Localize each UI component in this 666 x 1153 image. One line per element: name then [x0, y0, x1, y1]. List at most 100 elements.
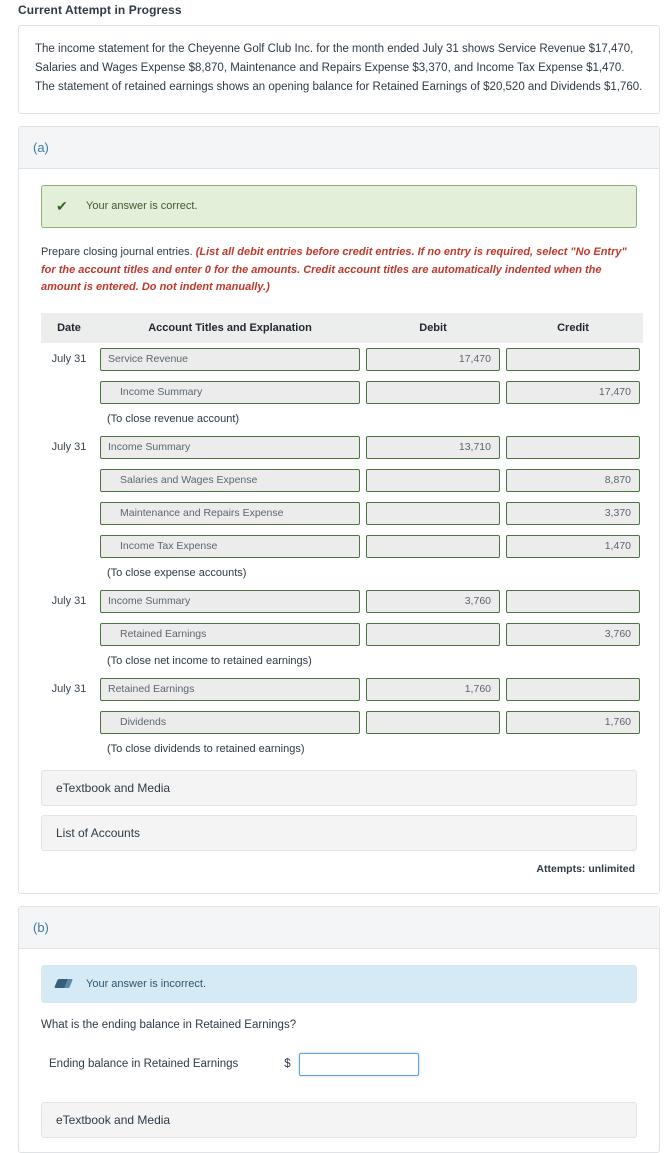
column-header-date: Date — [41, 312, 97, 343]
homework-page: Current Attempt in Progress The income s… — [0, 0, 666, 1153]
account-title-select[interactable]: Income Summary — [100, 589, 360, 613]
account-title-cell: Maintenance and Repairs Expense — [97, 497, 363, 530]
journal-header-row: Date Account Titles and Explanation Debi… — [41, 312, 643, 343]
part-a-label: (a) — [19, 126, 659, 169]
account-title-cell: Retained Earnings — [97, 618, 363, 651]
instruction-main: Prepare closing journal entries. — [41, 245, 193, 258]
debit-cell: 17,470 — [363, 343, 503, 376]
credit-input[interactable] — [506, 589, 640, 613]
debit-cell — [363, 497, 503, 530]
journal-date-cell — [41, 497, 97, 530]
journal-entry-row: Income Tax Expense 1,470 — [41, 530, 643, 563]
credit-cell — [503, 431, 643, 464]
journal-entry-row: Dividends 1,760 — [41, 706, 643, 739]
journal-date-cell — [41, 706, 97, 739]
journal-date-cell: July 31 — [51, 441, 87, 454]
journal-memo-row: (To close expense accounts) — [41, 563, 643, 585]
journal-memo-text: (To close expense accounts) — [107, 566, 247, 579]
ending-balance-input[interactable] — [298, 1052, 419, 1076]
debit-input[interactable]: 3,760 — [366, 589, 500, 613]
debit-input[interactable] — [366, 622, 500, 646]
debit-cell — [363, 530, 503, 563]
account-title-select[interactable]: Service Revenue — [100, 347, 360, 371]
debit-cell: 1,760 — [363, 673, 503, 706]
debit-input[interactable]: 17,470 — [366, 347, 500, 371]
journal-memo-row: (To close net income to retained earning… — [41, 651, 643, 673]
account-title-select[interactable]: Retained Earnings — [100, 622, 360, 646]
credit-cell: 1,470 — [503, 530, 643, 563]
journal-entry-row: July 31 Service Revenue 17,470 — [41, 343, 643, 376]
debit-input[interactable] — [366, 380, 500, 404]
debit-input[interactable]: 1,760 — [366, 677, 500, 701]
journal-memo-text: (To close revenue account) — [107, 412, 240, 425]
etextbook-and-media-button-b[interactable]: eTextbook and Media — [41, 1101, 637, 1138]
journal-table-body: July 31 Service Revenue 17,470 Income Summa… — [41, 343, 643, 761]
journal-date-cell: July 31 — [51, 595, 87, 608]
part-b-card: (b) Your answer is incorrect. What is th… — [18, 905, 660, 1153]
debit-cell — [363, 464, 503, 497]
journal-memo-text: (To close dividends to retained earnings… — [107, 742, 305, 755]
account-title-cell: Income Summary — [97, 585, 363, 618]
attempt-status-heading: Current Attempt in Progress — [18, 3, 182, 17]
answer-correct-banner: ✔ Your answer is correct. — [41, 184, 637, 228]
part-a-body: ✔ Your answer is correct. Prepare closin… — [19, 169, 659, 893]
journal-date-cell: July 31 — [51, 353, 87, 366]
account-title-cell: Service Revenue — [97, 343, 363, 376]
credit-input[interactable]: 3,760 — [506, 622, 640, 646]
part-a-card: (a) ✔ Your answer is correct. Prepare cl… — [18, 125, 660, 894]
problem-statement-card: The income statement for the Cheyenne Go… — [18, 25, 660, 114]
account-title-select[interactable]: Income Tax Expense — [100, 534, 360, 558]
debit-cell — [363, 618, 503, 651]
answer-incorrect-text: Your answer is incorrect. — [86, 977, 207, 990]
credit-cell: 3,370 — [503, 497, 643, 530]
journal-entry-row: Income Summary 17,470 — [41, 376, 643, 409]
debit-cell — [363, 706, 503, 739]
credit-input[interactable]: 17,470 — [506, 380, 640, 404]
journal-date-cell: July 31 — [51, 683, 87, 696]
credit-input[interactable]: 8,870 — [506, 468, 640, 492]
credit-input[interactable]: 1,760 — [506, 710, 640, 734]
debit-input[interactable]: 13,710 — [366, 435, 500, 459]
journal-date-cell — [41, 464, 97, 497]
ending-balance-answer-row: Ending balance in Retained Earnings $ — [41, 1052, 637, 1076]
debit-cell: 3,760 — [363, 585, 503, 618]
memo-spacer-cell — [41, 409, 97, 431]
account-title-cell: Salaries and Wages Expense — [97, 464, 363, 497]
journal-memo-row: (To close revenue account) — [41, 409, 643, 431]
credit-cell — [503, 343, 643, 376]
currency-symbol: $ — [284, 1058, 291, 1071]
credit-input[interactable] — [506, 347, 640, 371]
part-b-label: (b) — [19, 906, 659, 949]
account-title-cell: Income Summary — [97, 376, 363, 409]
debit-input[interactable] — [366, 501, 500, 525]
list-of-accounts-button[interactable]: List of Accounts — [41, 814, 637, 851]
debit-input[interactable] — [366, 534, 500, 558]
account-title-select[interactable]: Maintenance and Repairs Expense — [100, 501, 360, 525]
account-title-select[interactable]: Retained Earnings — [100, 677, 360, 701]
etextbook-and-media-button[interactable]: eTextbook and Media — [41, 769, 637, 806]
credit-input[interactable]: 1,470 — [506, 534, 640, 558]
credit-input[interactable] — [506, 677, 640, 701]
check-icon: ✔ — [56, 197, 68, 214]
ending-balance-label: Ending balance in Retained Earnings — [49, 1058, 239, 1071]
answer-correct-text: Your answer is correct. — [86, 200, 198, 213]
memo-spacer-cell — [41, 651, 97, 673]
credit-input[interactable]: 3,370 — [506, 501, 640, 525]
journal-entry-table: Date Account Titles and Explanation Debi… — [41, 312, 643, 761]
account-title-select[interactable]: Salaries and Wages Expense — [100, 468, 360, 492]
credit-input[interactable] — [506, 435, 640, 459]
account-title-select[interactable]: Income Summary — [100, 435, 360, 459]
journal-entry-row: July 31 Income Summary 3,760 — [41, 585, 643, 618]
account-title-select[interactable]: Income Summary — [100, 380, 360, 404]
journal-entry-row: July 31 Retained Earnings 1,760 — [41, 673, 643, 706]
credit-cell: 8,870 — [503, 464, 643, 497]
attempts-counter: Attempts: unlimited — [536, 862, 635, 875]
debit-input[interactable] — [366, 710, 500, 734]
journal-memo-text: (To close net income to retained earning… — [107, 654, 312, 667]
part-a-instruction: Prepare closing journal entries. (List a… — [41, 244, 637, 297]
credit-cell — [503, 673, 643, 706]
account-title-select[interactable]: Dividends — [100, 710, 360, 734]
debit-input[interactable] — [366, 468, 500, 492]
journal-entry-row: Retained Earnings 3,760 — [41, 618, 643, 651]
credit-cell: 1,760 — [503, 706, 643, 739]
